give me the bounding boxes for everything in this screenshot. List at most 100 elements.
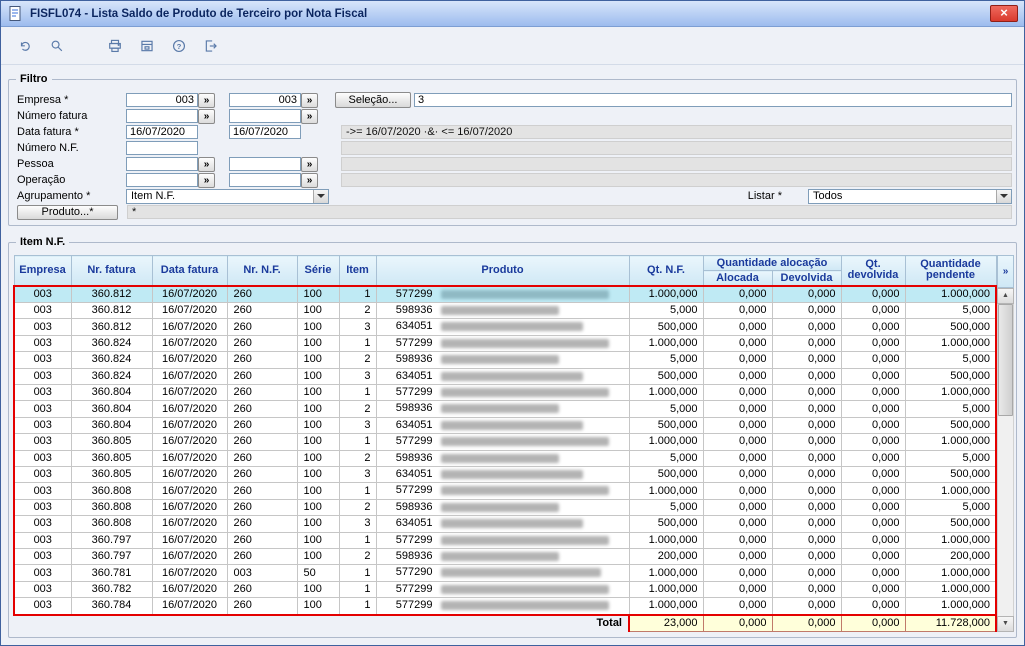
- close-button[interactable]: ×: [990, 5, 1018, 22]
- cell-nr-fatura[interactable]: 360.812: [70, 284, 153, 303]
- cell-item[interactable]: 2: [338, 301, 377, 320]
- cell-qt-nf[interactable]: 500,000: [628, 465, 704, 484]
- cell-nr-fatura[interactable]: 360.797: [70, 547, 153, 566]
- cell-nr-nf[interactable]: 260: [226, 531, 298, 550]
- cell-item[interactable]: 1: [338, 383, 377, 402]
- cell-produto[interactable]: 577299: [375, 597, 630, 616]
- cell-nr-nf[interactable]: 260: [226, 301, 298, 320]
- cell-nr-fatura[interactable]: 360.784: [70, 597, 153, 616]
- cell-qt-nf[interactable]: 200,000: [628, 547, 704, 566]
- table-row[interactable]: 003 360.824 16/07/2020 260 100 1 577299 1.000,0…: [13, 334, 997, 353]
- cell-item[interactable]: 3: [338, 465, 377, 484]
- cell-produto[interactable]: 577299: [375, 284, 630, 303]
- header-nr-fatura[interactable]: Nr. fatura: [70, 255, 153, 286]
- cell-serie[interactable]: 100: [296, 465, 340, 484]
- cell-data-fatura[interactable]: 16/07/2020: [151, 400, 228, 418]
- cell-alocada[interactable]: 0,000: [702, 482, 773, 500]
- cell-devolvida[interactable]: 0,000: [771, 531, 842, 550]
- cell-alocada[interactable]: 0,000: [702, 515, 773, 533]
- cell-qt-nf[interactable]: 500,000: [628, 515, 704, 533]
- table-row[interactable]: 003 360.797 16/07/2020 260 100 2 598936 200,000…: [13, 547, 997, 566]
- table-row[interactable]: 003 360.808 16/07/2020 260 100 3 634051 500,000…: [13, 515, 997, 533]
- cell-qt-nf[interactable]: 1.000,000: [628, 482, 704, 500]
- table-row[interactable]: 003 360.805 16/07/2020 260 100 3 634051 500,000…: [13, 465, 997, 484]
- table-row[interactable]: 003 360.812 16/07/2020 260 100 1 577299 1.000,0…: [13, 284, 997, 303]
- cell-nr-fatura[interactable]: 360.812: [70, 301, 153, 320]
- cell-pendente[interactable]: 5,000: [904, 301, 997, 320]
- cell-empresa[interactable]: 003: [13, 318, 72, 336]
- cell-pendente[interactable]: 500,000: [904, 367, 997, 385]
- table-row[interactable]: 003 360.805 16/07/2020 260 100 1 577299 1.000,0…: [13, 433, 997, 451]
- cell-data-fatura[interactable]: 16/07/2020: [151, 498, 228, 517]
- cell-pendente[interactable]: 5,000: [904, 400, 997, 418]
- cell-pendente[interactable]: 500,000: [904, 416, 997, 435]
- cell-data-fatura[interactable]: 16/07/2020: [151, 383, 228, 402]
- cell-alocada[interactable]: 0,000: [702, 334, 773, 353]
- cell-qt-devolvida[interactable]: 0,000: [840, 580, 906, 599]
- cell-empresa[interactable]: 003: [13, 498, 72, 517]
- cell-alocada[interactable]: 0,000: [702, 531, 773, 550]
- cell-pendente[interactable]: 1.000,000: [904, 383, 997, 402]
- table-row[interactable]: 003 360.812 16/07/2020 260 100 2 598936 5,000 0,…: [13, 301, 997, 320]
- cell-serie[interactable]: 100: [296, 498, 340, 517]
- cell-qt-nf[interactable]: 5,000: [628, 498, 704, 517]
- cell-alocada[interactable]: 0,000: [702, 465, 773, 484]
- scrollbar-thumb[interactable]: [998, 304, 1013, 416]
- cell-qt-devolvida[interactable]: 0,000: [840, 465, 906, 484]
- cell-alocada[interactable]: 0,000: [702, 400, 773, 418]
- cell-devolvida[interactable]: 0,000: [771, 301, 842, 320]
- cell-pendente[interactable]: 5,000: [904, 351, 997, 369]
- cell-data-fatura[interactable]: 16/07/2020: [151, 465, 228, 484]
- cell-nr-nf[interactable]: 260: [226, 367, 298, 385]
- cell-qt-nf[interactable]: 5,000: [628, 301, 704, 320]
- operacao-from-input[interactable]: [126, 173, 198, 187]
- cell-devolvida[interactable]: 0,000: [771, 547, 842, 566]
- table-row[interactable]: 003 360.781 16/07/2020 003 50 1 577290 1.000,00…: [13, 564, 997, 582]
- cell-empresa[interactable]: 003: [13, 482, 72, 500]
- cell-qt-devolvida[interactable]: 0,000: [840, 498, 906, 517]
- cell-item[interactable]: 2: [338, 449, 377, 467]
- cell-qt-nf[interactable]: 5,000: [628, 351, 704, 369]
- header-qt-devolvida[interactable]: Qt. devolvida: [840, 255, 906, 286]
- agrupamento-select[interactable]: Item N.F.: [126, 188, 329, 204]
- cell-produto[interactable]: 577299: [375, 334, 630, 353]
- cell-devolvida[interactable]: 0,000: [771, 351, 842, 369]
- empresa-from-lookup-button[interactable]: »: [198, 92, 215, 108]
- cell-pendente[interactable]: 1.000,000: [904, 580, 997, 599]
- cell-serie[interactable]: 100: [296, 367, 340, 385]
- cell-nr-nf[interactable]: 260: [226, 465, 298, 484]
- help-button[interactable]: ?: [165, 32, 193, 60]
- cell-produto[interactable]: 598936: [375, 351, 630, 369]
- cell-data-fatura[interactable]: 16/07/2020: [151, 515, 228, 533]
- cell-produto[interactable]: 577299: [375, 482, 630, 500]
- cell-devolvida[interactable]: 0,000: [771, 400, 842, 418]
- cell-nr-nf[interactable]: 260: [226, 433, 298, 451]
- save-button[interactable]: [133, 32, 161, 60]
- cell-serie[interactable]: 100: [296, 515, 340, 533]
- cell-pendente[interactable]: 500,000: [904, 465, 997, 484]
- cell-qt-nf[interactable]: 1.000,000: [628, 334, 704, 353]
- cell-qt-devolvida[interactable]: 0,000: [840, 334, 906, 353]
- cell-qt-devolvida[interactable]: 0,000: [840, 400, 906, 418]
- header-devolvida[interactable]: Devolvida: [771, 270, 842, 286]
- cell-pendente[interactable]: 1.000,000: [904, 531, 997, 550]
- operacao-to-input[interactable]: [229, 173, 301, 187]
- cell-alocada[interactable]: 0,000: [702, 301, 773, 320]
- data-fatura-to-input[interactable]: [229, 125, 301, 139]
- cell-qt-devolvida[interactable]: 0,000: [840, 564, 906, 582]
- table-row[interactable]: 003 360.812 16/07/2020 260 100 3 634051 500,000…: [13, 318, 997, 336]
- cell-nr-fatura[interactable]: 360.812: [70, 318, 153, 336]
- cell-empresa[interactable]: 003: [13, 531, 72, 550]
- cell-devolvida[interactable]: 0,000: [771, 580, 842, 599]
- cell-nr-fatura[interactable]: 360.824: [70, 351, 153, 369]
- cell-pendente[interactable]: 1.000,000: [904, 482, 997, 500]
- cell-empresa[interactable]: 003: [13, 416, 72, 435]
- cell-empresa[interactable]: 003: [13, 515, 72, 533]
- cell-nr-fatura[interactable]: 360.782: [70, 580, 153, 599]
- cell-data-fatura[interactable]: 16/07/2020: [151, 531, 228, 550]
- cell-item[interactable]: 1: [338, 531, 377, 550]
- cell-qt-nf[interactable]: 1.000,000: [628, 383, 704, 402]
- produto-button[interactable]: Produto...*: [17, 204, 118, 220]
- cell-empresa[interactable]: 003: [13, 284, 72, 303]
- numero-fatura-to-input[interactable]: [229, 109, 301, 123]
